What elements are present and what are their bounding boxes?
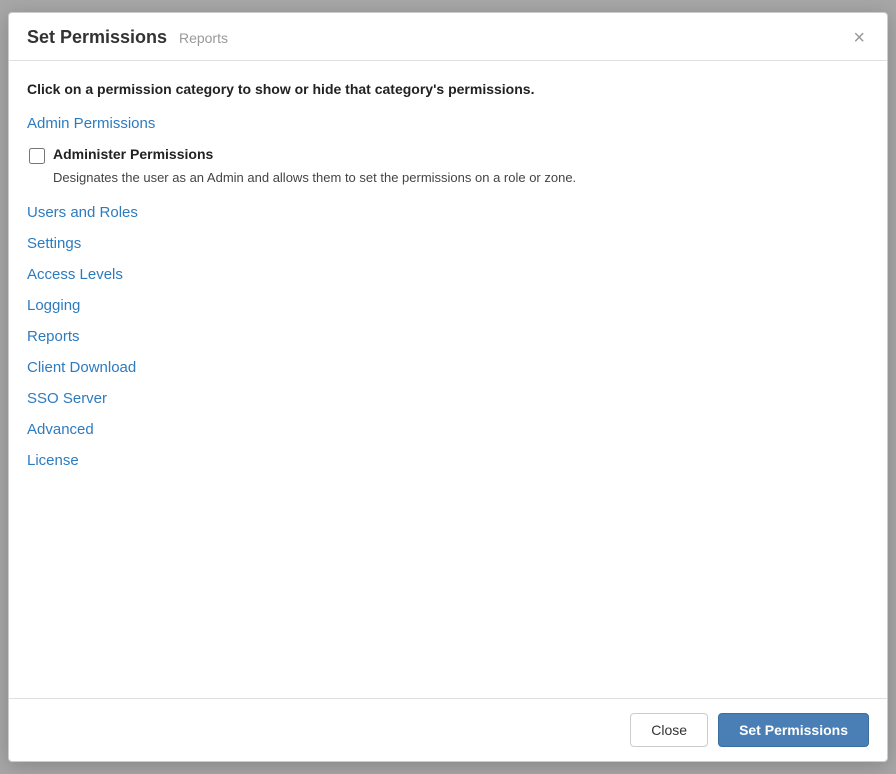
set-permissions-button[interactable]: Set Permissions xyxy=(718,713,869,747)
category-link-users-and-roles[interactable]: Users and Roles xyxy=(27,204,869,221)
category-link-access-levels[interactable]: Access Levels xyxy=(27,266,869,283)
category-link-admin-permissions[interactable]: Admin Permissions xyxy=(27,115,869,132)
modal-header: Set Permissions Reports × xyxy=(9,13,887,61)
modal-body: Click on a permission category to show o… xyxy=(9,61,887,698)
close-button[interactable]: Close xyxy=(630,713,708,747)
modal-title-area: Set Permissions Reports xyxy=(27,27,228,48)
permission-item-administer: Administer Permissions Designates the us… xyxy=(29,146,869,188)
category-link-license[interactable]: License xyxy=(27,452,869,469)
modal-overlay: Set Permissions Reports × Click on a per… xyxy=(0,0,896,774)
permission-label: Administer Permissions xyxy=(53,146,213,162)
close-icon[interactable]: × xyxy=(849,28,869,48)
permission-description: Designates the user as an Admin and allo… xyxy=(53,168,869,188)
permission-row: Administer Permissions xyxy=(29,146,869,164)
modal-footer: Close Set Permissions xyxy=(9,698,887,761)
modal-title: Set Permissions xyxy=(27,27,167,47)
category-link-sso-server[interactable]: SSO Server xyxy=(27,390,869,407)
category-link-reports[interactable]: Reports xyxy=(27,328,869,345)
modal-subtitle: Reports xyxy=(179,30,228,46)
instruction-text: Click on a permission category to show o… xyxy=(27,81,869,97)
category-link-client-download[interactable]: Client Download xyxy=(27,359,869,376)
category-link-settings[interactable]: Settings xyxy=(27,235,869,252)
category-link-logging[interactable]: Logging xyxy=(27,297,869,314)
administer-permissions-checkbox[interactable] xyxy=(29,148,45,164)
modal-dialog: Set Permissions Reports × Click on a per… xyxy=(8,12,888,762)
category-link-advanced[interactable]: Advanced xyxy=(27,421,869,438)
